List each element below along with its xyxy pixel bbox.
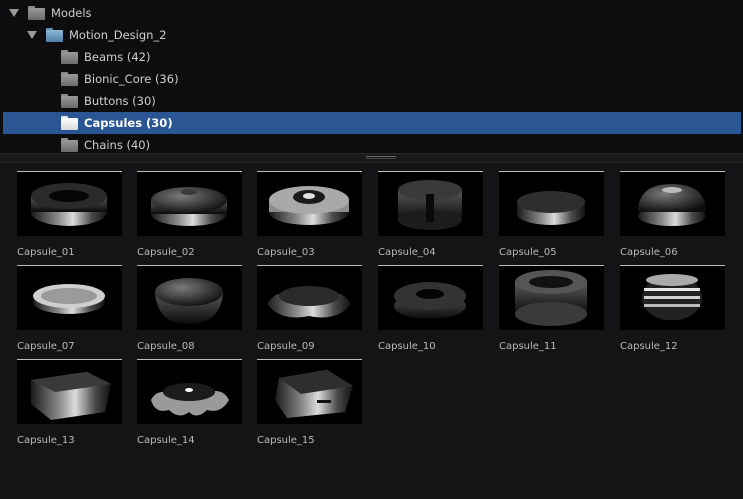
capsule-model-preview — [31, 372, 111, 420]
asset-caption: Capsule_15 — [257, 435, 315, 446]
asset-thumbnail[interactable] — [17, 171, 122, 236]
asset-caption: Capsule_14 — [137, 435, 195, 446]
asset-tile[interactable]: Capsule_01 — [17, 171, 123, 258]
asset-tile[interactable]: Capsule_07 — [17, 265, 123, 352]
asset-caption: Capsule_08 — [137, 341, 195, 352]
asset-tile[interactable]: Capsule_04 — [378, 171, 484, 258]
tree-item-label: Buttons (30) — [84, 94, 156, 108]
folder-icon — [61, 72, 78, 86]
tree-item-4[interactable]: Buttons (30) — [0, 90, 743, 112]
capsule-model-preview — [398, 180, 462, 230]
asset-caption: Capsule_07 — [17, 341, 75, 352]
asset-tile[interactable]: Capsule_11 — [499, 265, 605, 352]
asset-tile[interactable]: Capsule_15 — [257, 359, 363, 446]
asset-tile[interactable]: Capsule_12 — [620, 265, 726, 352]
tree-item-label: Models — [51, 6, 92, 20]
asset-caption: Capsule_02 — [137, 247, 195, 258]
panel-splitter[interactable] — [0, 153, 743, 163]
tree-item-0[interactable]: Models — [0, 2, 743, 24]
asset-caption: Capsule_13 — [17, 435, 75, 446]
asset-caption: Capsule_06 — [620, 247, 678, 258]
asset-caption: Capsule_11 — [499, 341, 557, 352]
capsule-model-preview — [269, 186, 349, 225]
folder-icon — [61, 116, 78, 130]
tree-item-3[interactable]: Bionic_Core (36) — [0, 68, 743, 90]
asset-tile[interactable]: Capsule_02 — [137, 171, 243, 258]
splitter-grip[interactable] — [366, 156, 396, 157]
capsule-model-preview — [151, 187, 227, 226]
tree-item-5[interactable]: Capsules (30) — [3, 112, 741, 134]
asset-tile[interactable]: Capsule_14 — [137, 359, 243, 446]
capsule-model-preview — [515, 270, 587, 326]
asset-thumbnail[interactable] — [137, 171, 242, 236]
asset-thumbnail[interactable] — [137, 265, 242, 330]
asset-thumbnail[interactable] — [378, 265, 483, 330]
asset-caption: Capsule_03 — [257, 247, 315, 258]
tree-item-label: Capsules (30) — [84, 116, 173, 130]
folder-icon — [61, 50, 78, 64]
asset-caption: Capsule_01 — [17, 247, 75, 258]
asset-tile[interactable]: Capsule_08 — [137, 265, 243, 352]
capsule-model-preview — [517, 191, 585, 225]
asset-tile[interactable]: Capsule_13 — [17, 359, 123, 446]
tree-item-2[interactable]: Beams (42) — [0, 46, 743, 68]
capsule-model-preview — [31, 183, 107, 226]
capsule-model-preview — [642, 274, 702, 320]
folder-icon — [28, 6, 45, 20]
asset-caption: Capsule_05 — [499, 247, 557, 258]
expand-arrow-icon[interactable] — [9, 9, 19, 17]
asset-thumbnail[interactable] — [499, 265, 604, 330]
capsule-model-preview — [394, 282, 466, 319]
asset-tile[interactable]: Capsule_09 — [257, 265, 363, 352]
asset-thumbnail[interactable] — [257, 359, 362, 424]
folder-icon — [61, 94, 78, 108]
capsule-model-preview — [638, 184, 706, 226]
asset-caption: Capsule_12 — [620, 341, 678, 352]
asset-thumbnail[interactable] — [17, 359, 122, 424]
expand-arrow-icon[interactable] — [27, 31, 37, 39]
asset-tile[interactable]: Capsule_10 — [378, 265, 484, 352]
asset-thumbnail[interactable] — [257, 265, 362, 330]
asset-tile[interactable]: Capsule_06 — [620, 171, 726, 258]
capsule-model-preview — [267, 286, 351, 318]
tree-item-label: Bionic_Core (36) — [84, 72, 179, 86]
asset-thumbnail[interactable] — [257, 171, 362, 236]
tree-item-label: Chains (40) — [84, 138, 151, 152]
asset-tile[interactable]: Capsule_03 — [257, 171, 363, 258]
asset-thumbnail[interactable] — [499, 171, 604, 236]
tree-item-label: Beams (42) — [84, 50, 151, 64]
folder-tree: Models Motion_Design_2 Beams (42) Bionic_Co… — [0, 0, 743, 153]
splitter-grip-shadow — [366, 158, 396, 159]
asset-grid: Capsule_01 Capsule_02 Capsule_03 Capsule… — [0, 163, 743, 499]
folder-icon — [46, 28, 63, 42]
asset-thumbnail[interactable] — [620, 265, 725, 330]
asset-caption: Capsule_10 — [378, 341, 436, 352]
asset-thumbnail[interactable] — [17, 265, 122, 330]
asset-caption: Capsule_09 — [257, 341, 315, 352]
folder-icon — [61, 138, 78, 152]
tree-item-label: Motion_Design_2 — [69, 28, 167, 42]
capsule-model-preview — [151, 383, 229, 416]
asset-thumbnail[interactable] — [137, 359, 242, 424]
asset-thumbnail[interactable] — [378, 171, 483, 236]
model-browser: Models Motion_Design_2 Beams (42) Bionic_Co… — [0, 0, 743, 499]
capsule-model-preview — [33, 284, 105, 314]
asset-thumbnail[interactable] — [620, 171, 725, 236]
tree-item-6[interactable]: Chains (40) — [0, 134, 743, 153]
tree-item-1[interactable]: Motion_Design_2 — [0, 24, 743, 46]
asset-caption: Capsule_04 — [378, 247, 436, 258]
asset-tile[interactable]: Capsule_05 — [499, 171, 605, 258]
capsule-model-preview — [275, 370, 353, 418]
capsule-model-preview — [155, 278, 223, 324]
